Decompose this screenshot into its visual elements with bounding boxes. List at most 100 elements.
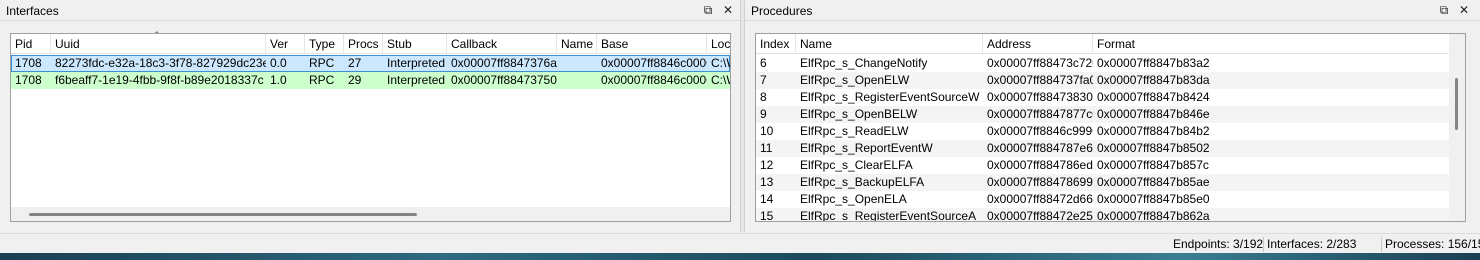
cell-index: 11 [760, 141, 773, 155]
cell-address: 0x00007ff884786990 [987, 175, 1093, 189]
cell-format: 0x00007ff8847b84b2 [1097, 124, 1210, 138]
table-row[interactable]: 7 ElfRpc_s_OpenELW 0x00007ff884737fa0 0x… [756, 72, 1451, 89]
cell-format: 0x00007ff8847b83a2 [1097, 56, 1210, 70]
col-header-pid[interactable]: Pid [11, 34, 51, 54]
interfaces-table[interactable]: Pid Uuid Ver Type Procs Stub Callback Na… [10, 33, 731, 222]
col-header-callback[interactable]: Callback [447, 34, 557, 54]
procedures-table-header: Index Name Address Format [756, 34, 1451, 54]
table-row[interactable]: 1708 f6beaff7-1e19-4fbb-9f8f-b89e2018337… [11, 72, 730, 89]
col-header-stub[interactable]: Stub [383, 34, 447, 54]
scrollbar-thumb[interactable] [29, 213, 417, 216]
col-header-name[interactable]: Name [796, 34, 983, 54]
interfaces-panel-title: Interfaces [6, 4, 59, 18]
cell-address: 0x00007ff88472e250 [987, 209, 1093, 222]
table-row[interactable]: 13 ElfRpc_s_BackupELFA 0x00007ff88478699… [756, 174, 1451, 191]
cell-address: 0x00007ff884786ed0 [987, 158, 1093, 172]
cell-name: ElfRpc_s_ClearELFA [800, 158, 913, 172]
cell-base: 0x00007ff8846c0000 [601, 73, 707, 87]
close-icon[interactable]: ✕ [1456, 2, 1472, 18]
table-row[interactable]: 8 ElfRpc_s_RegisterEventSourceW 0x00007f… [756, 89, 1451, 106]
status-separator [1263, 237, 1264, 252]
cell-loc: C:\W [711, 73, 730, 87]
vertical-scrollbar[interactable] [1449, 34, 1465, 221]
cell-address: 0x00007ff8847877c0 [987, 107, 1093, 121]
cell-uuid: 82273fdc-e32a-18c3-3f78-827929dc23ea [55, 56, 266, 70]
cell-name: ElfRpc_s_RegisterEventSourceA [800, 209, 977, 222]
cell-format: 0x00007ff8847b85e0 [1097, 192, 1210, 206]
cell-ver: 0.0 [270, 56, 287, 70]
cell-format: 0x00007ff8847b8424 [1097, 90, 1210, 104]
col-header-index[interactable]: Index [756, 34, 796, 54]
status-separator [1381, 237, 1382, 252]
cell-ver: 1.0 [270, 73, 287, 87]
cell-format: 0x00007ff8847b846e [1097, 107, 1210, 121]
cell-name [557, 55, 597, 72]
table-row[interactable]: 15 ElfRpc_s_RegisterEventSourceA 0x00007… [756, 208, 1451, 222]
cell-name: ElfRpc_s_OpenBELW [800, 107, 918, 121]
col-header-name[interactable]: Name [557, 34, 597, 54]
cell-address: 0x00007ff884787e60 [987, 141, 1093, 155]
table-row[interactable]: 12 ElfRpc_s_ClearELFA 0x00007ff884786ed0… [756, 157, 1451, 174]
cell-loc: C:\W [711, 56, 730, 70]
cell-format: 0x00007ff8847b8502 [1097, 141, 1210, 155]
desktop-background [0, 253, 1480, 260]
cell-name: ElfRpc_s_ReadELW [800, 124, 909, 138]
table-row[interactable]: 9 ElfRpc_s_OpenBELW 0x00007ff8847877c0 0… [756, 106, 1451, 123]
cell-index: 6 [760, 56, 767, 70]
cell-base: 0x00007ff8846c0000 [601, 56, 707, 70]
cell-format: 0x00007ff8847b85ae [1097, 175, 1210, 189]
scrollbar-thumb[interactable] [1455, 78, 1458, 130]
cell-address: 0x00007ff884738300 [987, 90, 1093, 104]
status-processes: Processes: 156/156 [1385, 237, 1480, 251]
col-header-loc[interactable]: Loc [707, 34, 730, 54]
table-row[interactable]: 11 ElfRpc_s_ReportEventW 0x00007ff884787… [756, 140, 1451, 157]
horizontal-scrollbar[interactable] [11, 207, 730, 221]
col-header-address[interactable]: Address [983, 34, 1093, 54]
col-header-base[interactable]: Base [597, 34, 707, 54]
procedures-table[interactable]: Index Name Address Format 6 ElfRpc_s_Cha… [755, 33, 1466, 222]
cell-type: RPC [309, 73, 335, 87]
restore-window-icon[interactable]: ⧉ [1436, 2, 1452, 18]
cell-index: 13 [760, 175, 774, 189]
cell-address: 0x00007ff88472d660 [987, 192, 1093, 206]
col-header-format[interactable]: Format [1093, 34, 1451, 54]
cell-procs: 27 [348, 56, 362, 70]
procedures-panel: Procedures ⧉ ✕ Index Name Address Format… [745, 0, 1480, 232]
cell-address: 0x00007ff8846c9990 [987, 124, 1093, 138]
cell-index: 15 [760, 209, 774, 222]
cell-format: 0x00007ff8847b857c [1097, 158, 1209, 172]
table-row[interactable]: 6 ElfRpc_s_ChangeNotify 0x00007ff88473c7… [756, 55, 1451, 72]
cell-name: ElfRpc_s_ReportEventW [800, 141, 933, 155]
procedures-titlebar: Procedures ⧉ ✕ [745, 0, 1480, 21]
cell-index: 10 [760, 124, 774, 138]
cell-address: 0x00007ff88473c720 [987, 56, 1093, 70]
cell-stub: Interpreted [387, 56, 446, 70]
cell-format: 0x00007ff8847b862a [1097, 209, 1210, 222]
status-interfaces: Interfaces: 2/283 [1267, 237, 1357, 251]
cell-uuid: f6beaff7-1e19-4fbb-9f8f-b89e2018337c [55, 73, 264, 87]
cell-type: RPC [309, 56, 335, 70]
col-header-uuid[interactable]: Uuid [51, 34, 266, 54]
col-header-ver[interactable]: Ver [266, 34, 305, 54]
restore-window-icon[interactable]: ⧉ [700, 2, 716, 18]
cell-pid: 1708 [15, 56, 42, 70]
cell-index: 9 [760, 107, 767, 121]
table-row[interactable]: 10 ElfRpc_s_ReadELW 0x00007ff8846c9990 0… [756, 123, 1451, 140]
cell-name: ElfRpc_s_ChangeNotify [800, 56, 928, 70]
cell-address: 0x00007ff884737fa0 [987, 73, 1093, 87]
cell-procs: 29 [348, 73, 362, 87]
cell-index: 7 [760, 73, 767, 87]
col-header-type[interactable]: Type [305, 34, 344, 54]
cell-name: ElfRpc_s_OpenELA [800, 192, 907, 206]
cell-index: 14 [760, 192, 774, 206]
col-header-procs[interactable]: Procs [344, 34, 383, 54]
cell-format: 0x00007ff8847b83da [1097, 73, 1210, 87]
cell-callback: 0x00007ff884737500 [451, 73, 557, 87]
procedures-panel-title: Procedures [751, 4, 813, 18]
cell-index: 12 [760, 158, 774, 172]
table-row[interactable]: 1708 82273fdc-e32a-18c3-3f78-827929dc23e… [11, 55, 730, 72]
close-icon[interactable]: ✕ [720, 2, 736, 18]
rpcview-app-window: Interfaces ⧉ ✕ ^ Pid Uuid Ver Type Procs… [0, 0, 1480, 253]
cell-stub: Interpreted [387, 73, 446, 87]
table-row[interactable]: 14 ElfRpc_s_OpenELA 0x00007ff88472d660 0… [756, 191, 1451, 208]
